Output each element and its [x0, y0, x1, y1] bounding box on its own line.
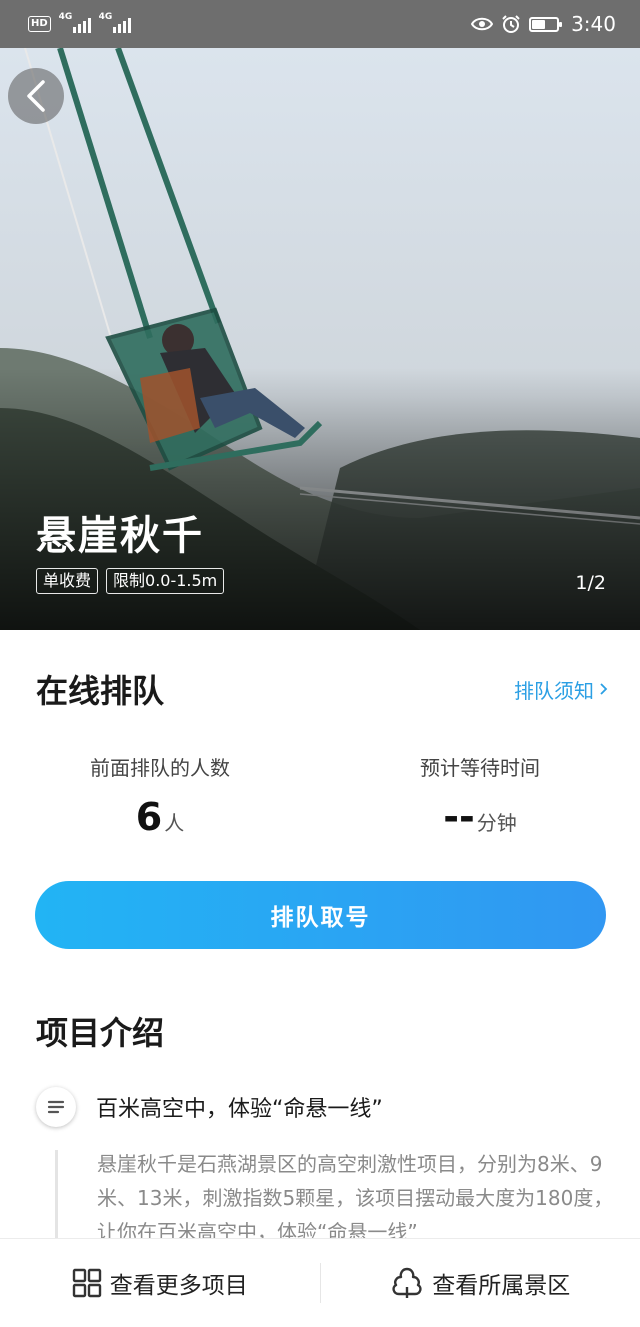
intro-item-heading: 百米高空中，体验“命悬一线”: [96, 1097, 383, 1122]
hd-badge: HD: [28, 16, 51, 32]
people-ahead-number: 6: [135, 795, 163, 839]
people-ahead-label: 前面排队的人数: [90, 756, 230, 780]
attraction-title: 悬崖秋千: [36, 513, 204, 559]
queue-header: 在线排队 排队须知: [36, 666, 608, 712]
wait-time-number: --: [443, 795, 475, 839]
list-icon: [36, 1087, 76, 1127]
queue-stats: 前面排队的人数 6 人 预计等待时间 -- 分钟: [0, 752, 640, 839]
status-bar-right: 3:40: [471, 12, 616, 36]
wait-time-unit: 分钟: [476, 811, 517, 835]
intro-timeline-line: [55, 1150, 58, 1250]
image-counter: 1/2: [575, 572, 606, 594]
network-type-label: 4G: [58, 12, 73, 22]
intro-item-body: 悬崖秋千是石燕湖景区的高空刺激性项目，分别为8米、9米、13米，刺激指数5颗星，…: [97, 1152, 614, 1239]
grid-icon: [72, 1268, 101, 1298]
chevron-left-icon: [27, 80, 45, 112]
queue-notice-label: 排队须知: [514, 678, 594, 703]
intro-item: 百米高空中，体验“命悬一线”: [36, 1087, 616, 1127]
wait-time-label: 预计等待时间: [420, 756, 540, 780]
attraction-tags: 单收费 限制0.0-1.5m: [36, 568, 225, 594]
view-scenic-area-button[interactable]: 查看所属景区: [321, 1266, 640, 1300]
status-bar: HD 4G 4G 3:40: [0, 0, 640, 48]
take-queue-number-button[interactable]: 排队取号: [35, 881, 606, 949]
tag-height-limit: 限制0.0-1.5m: [106, 568, 225, 594]
status-bar-left: HD 4G 4G: [28, 12, 131, 33]
more-projects-button[interactable]: 查看更多项目: [0, 1266, 320, 1300]
queue-notice-link[interactable]: 排队须知: [514, 675, 608, 704]
hero-banner[interactable]: 悬崖秋千 单收费 限制0.0-1.5m 1/2: [0, 48, 640, 630]
people-ahead-stat: 前面排队的人数 6 人: [0, 752, 320, 839]
intro-title: 项目介绍: [36, 1014, 165, 1052]
chevron-right-icon: [600, 683, 608, 695]
bottom-action-bar: 查看更多项目 查看所属景区: [0, 1238, 640, 1327]
tree-icon: [392, 1267, 422, 1298]
view-scenic-area-label: 查看所属景区: [432, 1273, 571, 1299]
queue-title: 在线排队: [36, 672, 165, 710]
network-type-label: 4G: [98, 12, 113, 22]
back-button[interactable]: [8, 68, 64, 124]
tag-fee: 单收费: [36, 568, 99, 594]
wait-time-stat: 预计等待时间 -- 分钟: [320, 752, 640, 839]
wait-time-value: -- 分钟: [443, 795, 517, 839]
people-ahead-unit: 人: [164, 811, 185, 835]
battery-icon: [529, 16, 563, 32]
alarm-icon: [502, 15, 520, 33]
signal-icon: 4G: [58, 12, 91, 33]
people-ahead-value: 6 人: [136, 795, 184, 839]
eye-icon: [471, 17, 494, 31]
status-time: 3:40: [571, 12, 616, 36]
more-projects-label: 查看更多项目: [109, 1273, 248, 1299]
signal-icon: 4G: [98, 12, 131, 33]
